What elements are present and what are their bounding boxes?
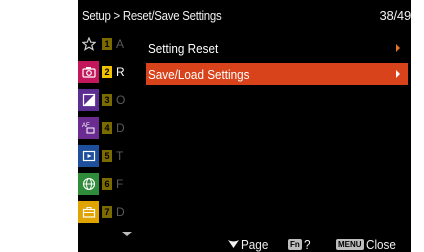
help-label: ? [303,236,311,252]
page-counter: 38/49 [379,8,411,23]
subcategory-abbr: T [116,149,124,163]
subcategory-item[interactable]: 7 D [99,201,147,223]
network-icon [82,177,95,191]
menu-item-label: Setting Reset [148,41,219,56]
tab-shooting[interactable] [78,61,99,83]
menu-item-save-load-settings[interactable]: Save/Load Settings [146,63,408,85]
tab-favorites[interactable] [78,33,99,55]
footer-guide: Page Fn ? MENU Close [78,234,411,252]
subcategory-item[interactable]: 1 A [99,33,147,55]
menu-item-setting-reset[interactable]: Setting Reset [146,37,408,59]
subcategory-column: 1 A 2 R 3 O 4 D 5 T 6 F 7 D [99,33,147,231]
camera-icon [81,67,96,78]
camera-menu-screen: Setup > Reset/Save Settings 38/49 AF 1 A… [78,0,411,252]
menu-item-label: Save/Load Settings [148,67,250,82]
subcategory-item[interactable]: 2 R [99,61,147,83]
subcategory-abbr: D [116,121,125,135]
playback-icon [82,150,95,162]
toolbox-icon [82,207,95,218]
chevron-right-icon [396,44,400,52]
subcategory-item[interactable]: 5 T [99,145,147,167]
star-icon [81,37,96,51]
help-hint[interactable]: Fn ? [288,236,311,252]
subcategory-abbr: D [116,205,125,219]
subcategory-abbr: O [116,93,126,107]
menu-key-icon: MENU [336,238,364,250]
subcategory-number: 5 [102,150,112,162]
dial-down-icon [228,240,239,248]
subcategory-abbr: A [116,37,125,51]
subcategory-abbr: R [116,65,125,79]
fn-key-icon: Fn [288,238,302,250]
tab-network[interactable] [78,173,99,195]
breadcrumb-title: Setup > Reset/Save Settings [82,8,222,23]
page-hint[interactable]: Page [228,236,271,252]
title-bar: Setup > Reset/Save Settings 38/49 [78,0,411,31]
tab-exposure[interactable] [78,89,99,111]
subcategory-item[interactable]: 4 D [99,117,147,139]
page-label: Page [241,236,269,252]
subcategory-number: 4 [102,122,112,134]
tab-setup[interactable] [78,201,99,223]
exposure-icon [82,93,95,107]
subcategory-number: 2 [102,66,112,78]
focus-icon: AF [82,123,94,134]
tab-focus[interactable]: AF [78,117,99,139]
subcategory-number: 3 [102,94,112,106]
subcategory-number: 6 [102,178,112,190]
subcategory-number: 7 [102,206,112,218]
subcategory-number: 1 [102,38,112,50]
subcategory-item[interactable]: 6 F [99,173,147,195]
subcategory-abbr: F [116,177,124,191]
close-hint[interactable]: MENU Close [336,236,399,252]
chevron-right-icon [396,70,400,78]
tab-playback[interactable] [78,145,99,167]
close-label: Close [365,236,396,252]
subcategory-item[interactable]: 3 O [99,89,147,111]
